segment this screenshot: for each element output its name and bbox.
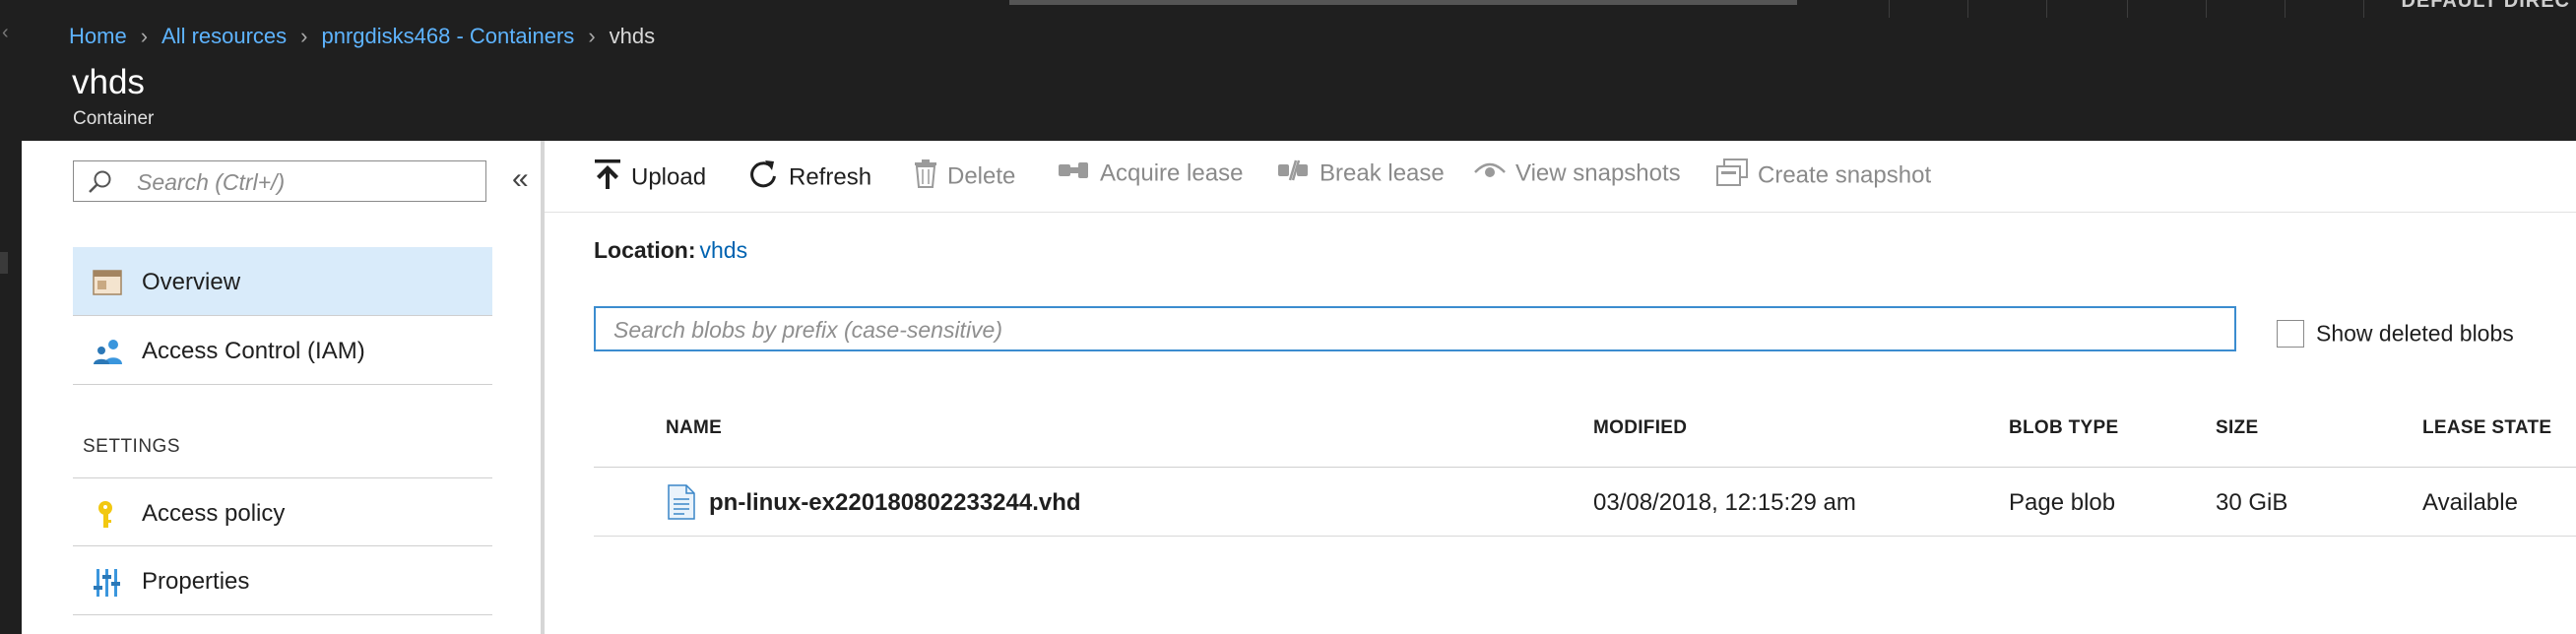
breadcrumb-containers[interactable]: pnrgdisks468 - Containers xyxy=(322,24,575,48)
refresh-icon xyxy=(747,158,779,197)
column-header-lease-state[interactable]: LEASE STATE xyxy=(2422,417,2551,439)
portal-left-strip: ‹ xyxy=(0,0,22,634)
create-snapshot-button[interactable]: Create snapshot xyxy=(1716,158,1931,194)
directory-label[interactable]: DEFAULT DIREC xyxy=(2401,0,2570,13)
settings-section-header: SETTINGS xyxy=(83,436,181,457)
command-bar: Upload Refresh Delete Acquire lease Brea… xyxy=(545,141,2576,213)
menu-search-input[interactable] xyxy=(135,165,474,199)
delete-button[interactable]: Delete xyxy=(914,158,1015,194)
column-header-modified[interactable]: MODIFIED xyxy=(1593,417,1687,439)
location-label: Location: xyxy=(594,237,696,263)
menu-item-access-control[interactable]: Access Control (IAM) xyxy=(73,316,492,385)
snapshot-icon xyxy=(1716,158,1748,193)
menu-search[interactable] xyxy=(73,160,486,202)
show-deleted-checkbox[interactable] xyxy=(2277,320,2304,348)
eye-icon xyxy=(1474,158,1506,189)
table-row-divider xyxy=(594,536,2576,537)
chevron-right-icon: › xyxy=(300,24,308,48)
file-icon xyxy=(667,484,696,525)
breadcrumb-home[interactable]: Home xyxy=(69,24,127,48)
container-content: Upload Refresh Delete Acquire lease Brea… xyxy=(545,141,2576,634)
upload-icon xyxy=(594,158,621,197)
blob-type: Page blob xyxy=(2009,489,2116,516)
strip-marker xyxy=(0,252,8,274)
menu-item-label: Access Control (IAM) xyxy=(142,338,365,364)
chevron-right-icon: › xyxy=(140,24,149,48)
menu-item-overview[interactable]: Overview xyxy=(73,247,492,316)
break-lease-button[interactable]: Break lease xyxy=(1276,158,1445,194)
resource-menu: « Overview Access Control (IAM) SETTINGS… xyxy=(22,141,542,634)
blob-lease-state: Available xyxy=(2422,489,2518,516)
show-deleted-label: Show deleted blobs xyxy=(2316,320,2514,347)
lease-icon xyxy=(1057,158,1090,189)
menu-item-label: Overview xyxy=(142,269,241,295)
breadcrumb-all-resources[interactable]: All resources xyxy=(161,24,287,48)
upload-button[interactable]: Upload xyxy=(594,158,706,194)
blade-header: DEFAULT DIREC Home › All resources › pnrgdis… xyxy=(0,0,2576,141)
blob-search-input[interactable] xyxy=(612,314,2211,346)
show-deleted-blobs[interactable]: Show deleted blobs xyxy=(2277,320,2514,348)
blob-modified: 03/08/2018, 12:15:29 am xyxy=(1593,489,1856,516)
collapse-menu-button[interactable]: « xyxy=(512,162,529,196)
menu-item-label: Access policy xyxy=(142,500,286,527)
breadcrumb: Home › All resources › pnrgdisks468 - Contai… xyxy=(69,24,655,49)
menu-item-access-policy[interactable]: Access policy xyxy=(73,477,492,546)
blob-size: 30 GiB xyxy=(2216,489,2288,516)
column-header-blob-type[interactable]: BLOB TYPE xyxy=(2009,417,2118,439)
menu-item-label: Properties xyxy=(142,568,250,595)
properties-sliders-icon xyxy=(93,568,122,597)
overview-icon xyxy=(93,269,122,296)
breadcrumb-current: vhds xyxy=(609,24,656,48)
chevron-right-icon: › xyxy=(588,24,596,48)
search-icon xyxy=(88,169,113,200)
location-link[interactable]: vhds xyxy=(700,237,748,263)
break-lease-icon xyxy=(1276,158,1310,189)
trash-icon xyxy=(914,158,937,195)
acquire-lease-button[interactable]: Acquire lease xyxy=(1057,158,1243,194)
column-header-name[interactable]: NAME xyxy=(666,417,722,439)
column-header-size[interactable]: SIZE xyxy=(2216,417,2258,439)
table-header-divider xyxy=(594,467,2576,468)
blob-name[interactable]: pn-linux-ex220180802233244.vhd xyxy=(709,489,1081,517)
chevron-left-icon[interactable]: ‹ xyxy=(2,22,9,44)
refresh-button[interactable]: Refresh xyxy=(747,158,871,194)
page-subtitle: Container xyxy=(73,108,155,129)
blob-search[interactable] xyxy=(594,306,2236,351)
menu-item-properties[interactable]: Properties xyxy=(73,546,492,615)
view-snapshots-button[interactable]: View snapshots xyxy=(1474,158,1681,194)
location-info: Location: vhds xyxy=(594,237,747,264)
iam-people-icon xyxy=(93,338,122,365)
top-scrollbar[interactable] xyxy=(1009,0,1797,5)
key-icon xyxy=(93,500,122,528)
page-title: vhds xyxy=(72,63,145,101)
